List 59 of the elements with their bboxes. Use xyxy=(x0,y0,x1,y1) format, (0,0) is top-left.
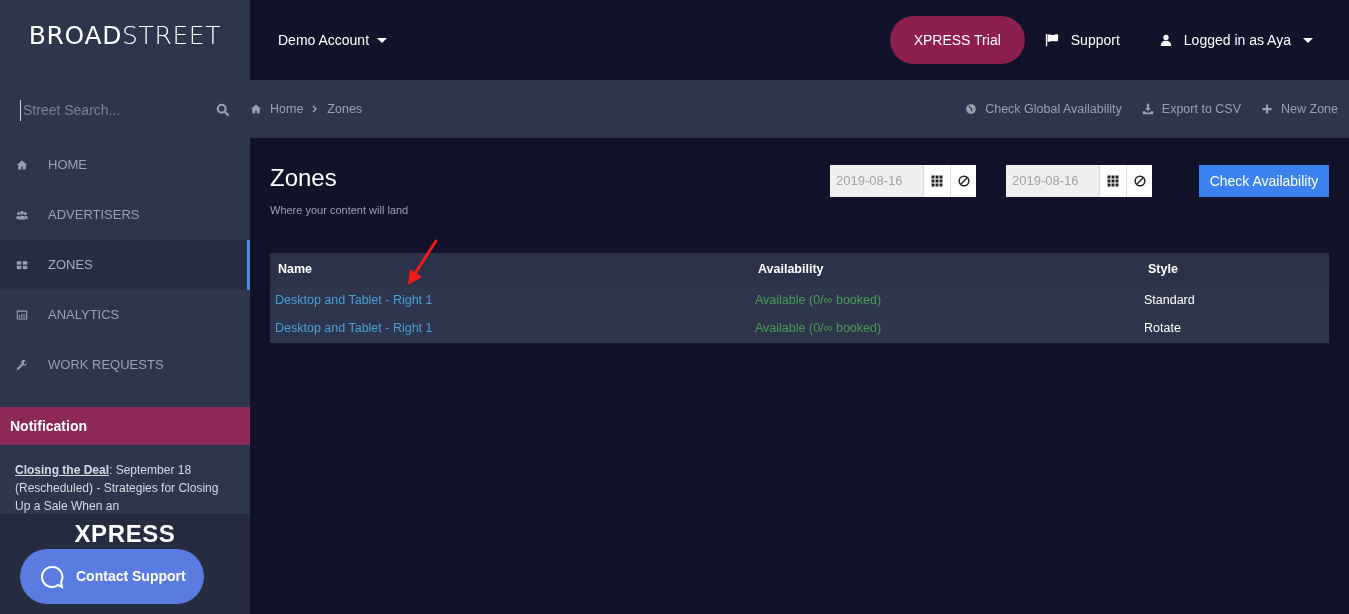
search-icon[interactable] xyxy=(216,103,230,117)
grid-icon xyxy=(1107,175,1119,187)
column-header: Availability xyxy=(758,262,824,277)
table-cell: Available (0/∞ booked) xyxy=(750,314,1140,343)
users-icon xyxy=(16,209,28,221)
column-header: Style xyxy=(1148,262,1178,277)
caret-icon xyxy=(1303,35,1313,45)
table-cell: Rotate xyxy=(1140,314,1329,343)
user-icon xyxy=(1159,34,1172,46)
sidebar-item[interactable]: ANALYTICS xyxy=(0,290,250,340)
notification-title: Notification xyxy=(10,416,87,436)
ban-icon xyxy=(1133,175,1146,187)
support-link[interactable]: Support xyxy=(1044,29,1120,51)
table-cell: Available (0/∞ booked) xyxy=(750,286,1140,315)
account-dropdown[interactable]: Demo Account xyxy=(278,29,388,51)
table-cell: Standard xyxy=(1140,286,1329,315)
toolbar-button[interactable]: Check Global Availability xyxy=(965,99,1122,119)
calendar-button[interactable] xyxy=(1099,165,1126,197)
ban-icon xyxy=(957,175,970,187)
zone-link[interactable]: Desktop and Tablet - Right 1 xyxy=(275,293,433,308)
breadcrumb-link[interactable]: Home xyxy=(270,99,304,119)
chat-bubble-icon xyxy=(40,564,64,589)
search-field[interactable]: Street Search... xyxy=(20,99,216,121)
promo-logo: XPRESS xyxy=(74,520,176,548)
page-title: Zones xyxy=(270,163,338,193)
sidebar-item[interactable]: HOME xyxy=(0,140,250,190)
sidebar-item[interactable]: ZONES xyxy=(0,240,250,290)
calendar-button[interactable] xyxy=(923,165,950,197)
zone-link[interactable]: Desktop and Tablet - Right 1 xyxy=(275,321,433,336)
date-field[interactable]: 2019-08-16 xyxy=(830,165,923,197)
flag-icon xyxy=(1044,33,1059,47)
chevron-icon xyxy=(311,105,320,113)
notification-text: Closing the Deal: September 18 (Rescheduled) - Strategies for Closing Up a Sale When an xyxy=(15,462,220,514)
caret-icon xyxy=(377,35,388,45)
grid-icon xyxy=(16,259,28,271)
chart-icon xyxy=(16,309,28,321)
clear-button[interactable] xyxy=(950,165,976,197)
user-menu[interactable]: Logged in as Aya xyxy=(1159,29,1313,51)
clear-button[interactable] xyxy=(1126,165,1152,197)
grid-icon xyxy=(931,175,943,187)
logo[interactable]: BROADSTREET xyxy=(28,17,222,63)
date-field[interactable]: 2019-08-16 xyxy=(1006,165,1099,197)
wrench-icon xyxy=(16,359,28,371)
download-icon xyxy=(1141,103,1154,115)
sidebar-item[interactable]: ADVERTISERS xyxy=(0,190,250,240)
page-subtitle: Where your content will land xyxy=(270,203,409,218)
toolbar-button[interactable]: Export to CSV xyxy=(1141,99,1241,119)
trial-button[interactable]: XPRESS Trial xyxy=(889,16,1025,64)
breadcrumb-link[interactable]: Zones xyxy=(327,99,363,119)
notification-link[interactable]: Closing the Deal xyxy=(15,463,109,477)
check-availability-button[interactable]: Check Availability xyxy=(1199,165,1329,197)
contact-support-button[interactable]: Contact Support xyxy=(20,549,204,604)
toolbar-button[interactable]: New Zone xyxy=(1261,99,1338,119)
plus-icon xyxy=(1261,103,1273,115)
sidebar-item[interactable]: WORK REQUESTS xyxy=(0,340,250,390)
column-header: Name xyxy=(278,262,313,277)
home-icon xyxy=(16,159,28,171)
home-icon xyxy=(250,103,262,115)
globe-icon xyxy=(965,103,978,115)
